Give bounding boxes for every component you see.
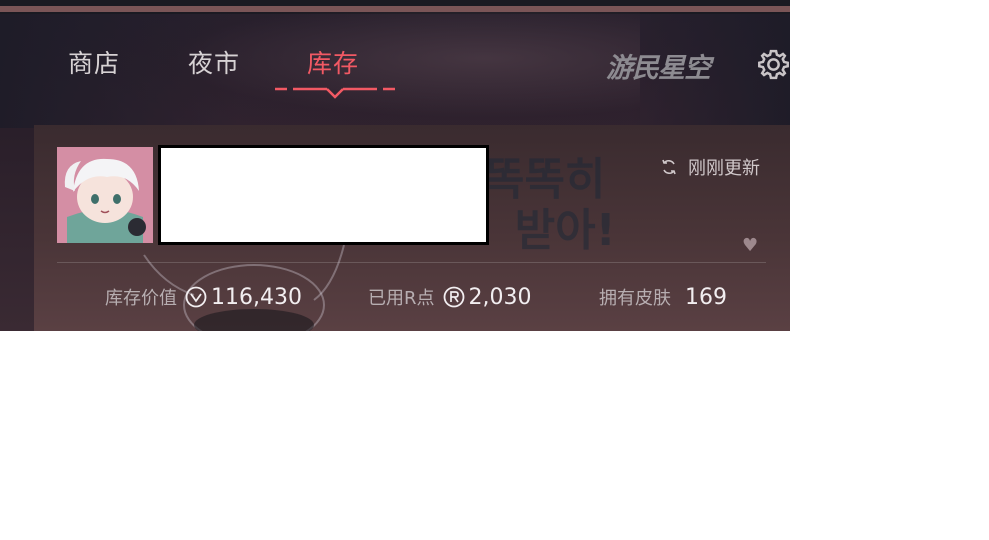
card-decoration-lettering: 똑똑히 받아! bbox=[484, 154, 616, 256]
heart-decoration: ♥ bbox=[742, 235, 759, 256]
tab-shop[interactable]: 商店 bbox=[68, 44, 120, 80]
avatar-image bbox=[57, 147, 153, 243]
stat-used-r-points-number: 2,030 bbox=[468, 284, 532, 310]
radianite-icon bbox=[443, 286, 464, 308]
stat-skins-owned: 拥有皮肤 169 bbox=[599, 283, 727, 311]
stat-skins-owned-number: 169 bbox=[685, 284, 727, 310]
stat-used-r-points-label: 已用R点 bbox=[368, 288, 435, 309]
tab-inventory[interactable]: 库存 bbox=[307, 44, 359, 80]
stat-inventory-value-label: 库存价值 bbox=[105, 288, 177, 309]
stat-inventory-value: 库存价值 116,430 bbox=[105, 283, 302, 311]
refresh-icon bbox=[662, 159, 676, 175]
player-name-box bbox=[158, 145, 489, 245]
app-screen: 商店 夜市 库存 游民星空 똑똑히 받아! ♥ 刚刚更新 库存价值 116,43… bbox=[0, 0, 790, 331]
stat-used-r-points: 已用R点 2,030 bbox=[368, 283, 532, 311]
valorant-points-icon bbox=[185, 286, 207, 308]
active-tab-indicator bbox=[275, 87, 395, 99]
stat-skins-owned-label: 拥有皮肤 bbox=[599, 288, 671, 309]
divider bbox=[57, 262, 766, 263]
refresh-status[interactable]: 刚刚更新 bbox=[660, 155, 760, 179]
gear-icon[interactable] bbox=[757, 48, 790, 81]
avatar[interactable] bbox=[57, 147, 153, 243]
refresh-label: 刚刚更新 bbox=[688, 158, 760, 179]
tab-night-market[interactable]: 夜市 bbox=[188, 44, 240, 80]
stat-inventory-value-number: 116,430 bbox=[211, 284, 302, 310]
brand-logo: 游民星空 bbox=[606, 53, 711, 84]
